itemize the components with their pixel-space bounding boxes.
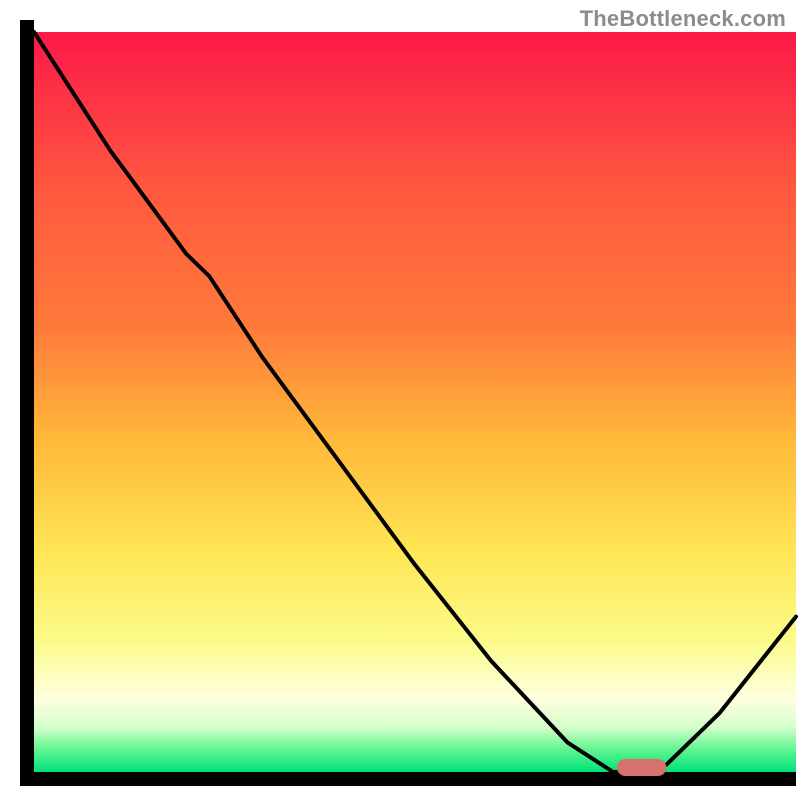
- plot-background: [34, 32, 796, 772]
- x-axis: [20, 772, 796, 786]
- optimum-marker: [617, 759, 667, 776]
- chart-stage: TheBottleneck.com: [0, 0, 800, 800]
- y-axis: [20, 20, 34, 786]
- bottleneck-chart: [0, 0, 800, 800]
- attribution-label: TheBottleneck.com: [580, 6, 786, 32]
